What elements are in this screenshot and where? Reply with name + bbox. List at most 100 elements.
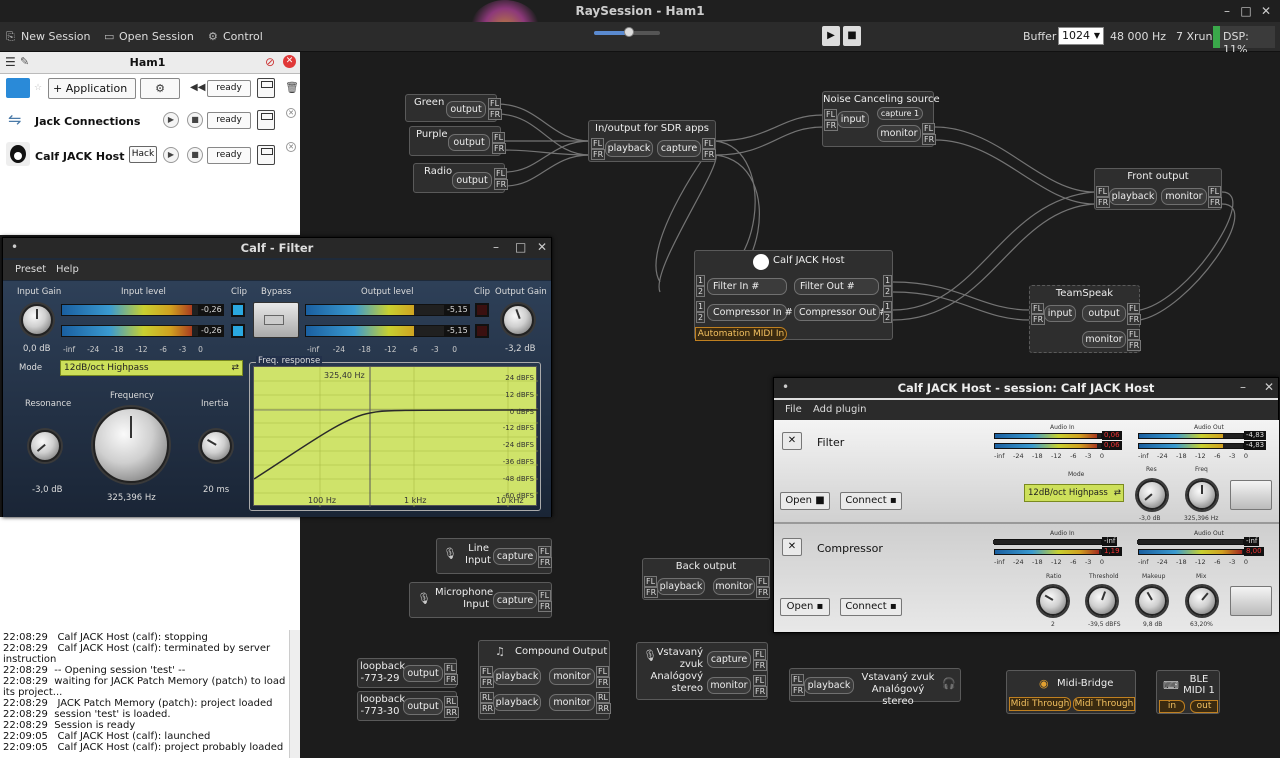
port-compressor-in[interactable]: Compressor In # — [707, 304, 793, 321]
calf-filter-window[interactable]: Calf - Filter • – □ ✕ Preset Help Input … — [2, 237, 552, 517]
client-box-microphone-input[interactable]: 🎙 Microphone Input capture FL FR — [409, 582, 553, 618]
menu-file[interactable]: File — [785, 404, 802, 415]
output-gain-knob[interactable] — [502, 304, 534, 336]
makeup-label: Makeup — [1142, 573, 1166, 580]
makeup-knob[interactable] — [1137, 586, 1167, 616]
freq-response-graph: 325,40 Hz 100 Hz 1 kHz 10 kHz 24 dBFS 12 … — [253, 366, 538, 507]
client-box-purple[interactable]: Purple output FL FR — [409, 126, 507, 156]
client-box-calf-jack-host[interactable]: Calf JACK Host 1 2 Filter In # Filter Ou… — [694, 250, 893, 341]
headphones-icon: 🎧 — [942, 677, 956, 690]
channel-fr: FR — [538, 557, 553, 568]
box-title-line2: Input — [465, 555, 491, 566]
resonance-knob[interactable] — [29, 430, 61, 462]
plugin-name: Filter — [817, 436, 845, 449]
menu-help[interactable]: Help — [56, 264, 79, 275]
res-value: -3,0 dB — [1139, 515, 1161, 522]
port-monitor[interactable]: monitor — [1082, 331, 1126, 348]
minimize-icon[interactable]: – — [1240, 380, 1246, 394]
port-capture[interactable]: capture — [493, 592, 537, 609]
port-input[interactable]: input — [1044, 305, 1076, 322]
client-box-builtin-capture[interactable]: 🎙 Vstavaný zvuk Analógový stereo capture… — [636, 642, 768, 700]
minimize-icon[interactable]: – — [493, 240, 499, 254]
mode-select[interactable]: 12dB/oct Highpass ⇄ — [60, 360, 243, 376]
port-monitor[interactable]: monitor — [549, 668, 595, 685]
port-playback[interactable]: playback — [605, 140, 653, 157]
port-output[interactable]: output — [446, 101, 486, 118]
close-icon[interactable]: ✕ — [1264, 380, 1274, 394]
client-box-loopback-29[interactable]: loopback -773-29 output FL FR — [357, 658, 459, 688]
port-capture[interactable]: capture — [493, 548, 537, 565]
port-input[interactable]: input — [837, 111, 869, 128]
port-monitor[interactable]: monitor — [549, 694, 595, 711]
maximize-icon[interactable]: □ — [515, 240, 526, 254]
client-box-front-output[interactable]: Front output FL FR playback monitor FL F… — [1094, 168, 1223, 210]
port-playback[interactable]: playback — [493, 668, 541, 685]
port-filter-out[interactable]: Filter Out # — [794, 278, 879, 295]
res-knob[interactable] — [1137, 480, 1167, 510]
port-playback[interactable]: playback — [657, 578, 705, 595]
port-midi-out[interactable]: out — [1190, 700, 1218, 713]
port-filter-in[interactable]: Filter In # — [707, 278, 787, 295]
inertia-knob[interactable] — [200, 430, 232, 462]
window-menu-icon[interactable]: • — [11, 240, 18, 254]
client-box-compound-output[interactable]: ♫ Compound Output FL FR playback monitor… — [478, 640, 612, 720]
res-label: Res — [1146, 466, 1157, 473]
client-box-teamspeak[interactable]: TeamSpeak FL FR input output FL FR monit… — [1029, 285, 1142, 353]
port-monitor[interactable]: monitor — [707, 677, 751, 694]
client-box-ble-midi[interactable]: ⌨ BLE MIDI 1 in out — [1156, 670, 1220, 714]
bypass-button[interactable] — [253, 302, 299, 338]
client-box-green[interactable]: Green output FL FR — [405, 94, 503, 122]
window-menu-icon[interactable]: • — [782, 380, 789, 394]
bypass-toggle[interactable] — [1230, 480, 1272, 510]
mode-select[interactable]: 12dB/oct Highpass ⇄ — [1024, 484, 1124, 502]
port-compressor-out[interactable]: Compressor Out # — [794, 304, 887, 321]
port-midi-through-in[interactable]: Midi Through — [1009, 697, 1071, 711]
port-capture[interactable]: capture — [707, 651, 751, 668]
port-capture-1[interactable]: capture 1 — [877, 107, 923, 120]
client-box-radio[interactable]: Radio output FL FR — [413, 163, 509, 193]
channel-fr: FR — [1208, 197, 1223, 208]
client-box-sdr[interactable]: In/output for SDR apps FL FR playback ca… — [588, 120, 717, 162]
client-box-back-output[interactable]: Back output FL FR playback monitor FL FR — [642, 558, 771, 600]
client-box-midi-bridge[interactable]: ◉ Midi-Bridge Midi Through Midi Through — [1006, 670, 1136, 714]
menu-add-plugin[interactable]: Add plugin — [813, 404, 866, 415]
port-midi-through-out[interactable]: Midi Through — [1073, 697, 1135, 711]
channel-fl: FL — [753, 675, 767, 686]
input-gain-knob[interactable] — [21, 304, 53, 336]
connect-plugin-button[interactable]: Connect ▪ — [840, 598, 902, 616]
remove-plugin-button[interactable]: ✕ — [782, 432, 802, 450]
threshold-knob[interactable] — [1087, 586, 1117, 616]
client-box-line-input[interactable]: 🎙 Line Input capture FL FR — [436, 538, 553, 574]
ratio-knob[interactable] — [1038, 586, 1068, 616]
menu-preset[interactable]: Preset — [15, 264, 46, 275]
port-monitor[interactable]: monitor — [1161, 188, 1207, 205]
output-level-value-2: -5,15 — [445, 325, 470, 337]
port-monitor[interactable]: monitor — [713, 578, 755, 595]
port-output[interactable]: output — [448, 134, 490, 151]
port-capture[interactable]: capture — [657, 140, 701, 157]
port-output[interactable]: output — [403, 665, 443, 682]
port-automation-midi-in[interactable]: Automation MIDI In — [695, 327, 787, 341]
close-icon[interactable]: ✕ — [537, 240, 547, 254]
port-monitor[interactable]: monitor — [877, 125, 921, 142]
clip-label: Clip — [231, 287, 248, 297]
freq-knob[interactable] — [1187, 480, 1217, 510]
open-plugin-button[interactable]: Open ■ — [780, 492, 830, 510]
connect-plugin-button[interactable]: Connect ▪ — [840, 492, 902, 510]
client-box-builtin-playback[interactable]: FL FR playback Vstavaný zvuk Analógový s… — [789, 668, 961, 707]
client-box-loopback-30[interactable]: loopback -773-30 output RL RR — [357, 691, 460, 721]
port-midi-in[interactable]: in — [1159, 700, 1185, 713]
client-box-noise-canceling[interactable]: Noise Canceling source FL FR input captu… — [822, 91, 940, 147]
frequency-knob[interactable] — [93, 407, 169, 483]
mix-knob[interactable] — [1187, 586, 1217, 616]
port-playback[interactable]: playback — [1109, 188, 1157, 205]
port-output[interactable]: output — [403, 698, 443, 715]
port-output[interactable]: output — [452, 172, 492, 189]
bypass-toggle[interactable] — [1230, 586, 1272, 616]
open-plugin-button[interactable]: Open ▪ — [780, 598, 830, 616]
port-playback[interactable]: playback — [493, 694, 541, 711]
remove-plugin-button[interactable]: ✕ — [782, 538, 802, 556]
audio-in-meter-2 — [994, 549, 1102, 555]
port-output[interactable]: output — [1082, 305, 1126, 322]
port-playback[interactable]: playback — [804, 677, 854, 694]
